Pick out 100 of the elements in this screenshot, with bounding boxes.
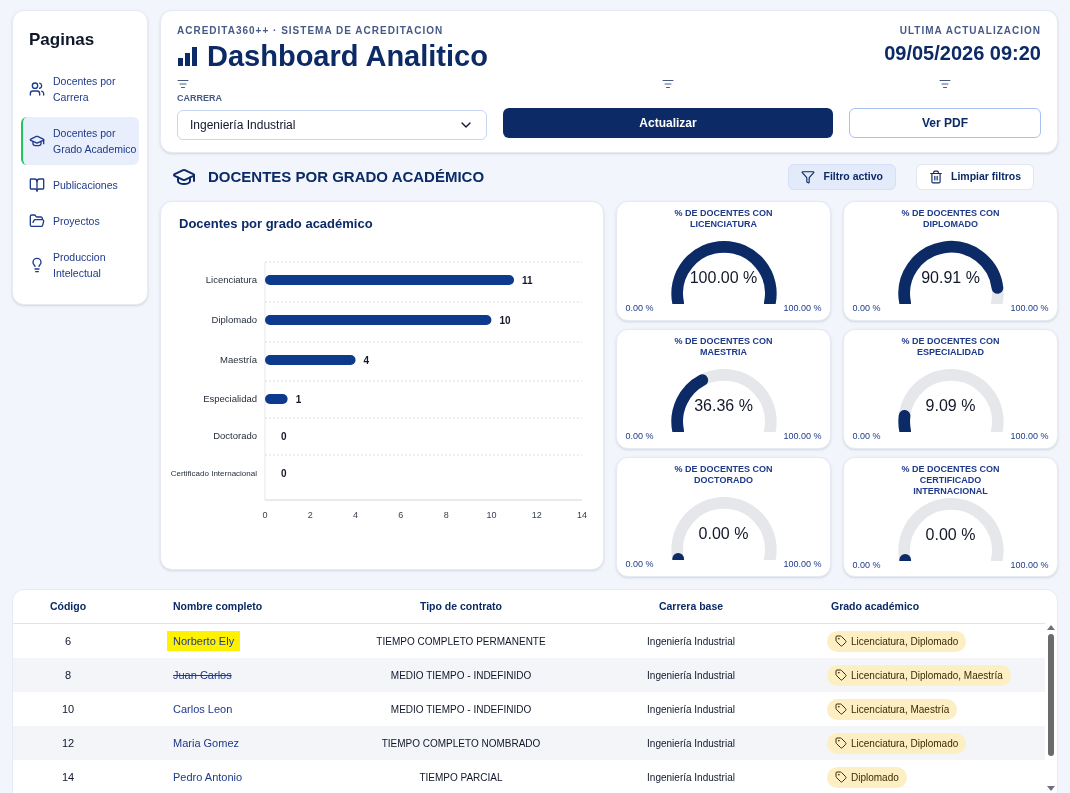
gauge-title: % DE DOCENTES CON DIPLOMADO <box>900 208 1001 230</box>
funnel-icon <box>801 170 816 184</box>
sidebar-item[interactable]: Proyectos <box>21 204 139 237</box>
sidebar-item[interactable]: Docentes por Grado Academico <box>21 116 139 165</box>
gauge-value: 100.00 % <box>688 267 759 288</box>
tag-icon <box>835 703 847 715</box>
table-cell-text: TIEMPO PARCIAL <box>419 770 503 785</box>
name-cell-text: Pedro Antonio <box>173 769 243 785</box>
category-label: Doctorado <box>213 430 257 441</box>
degree-tag: Licenciatura, Diplomado <box>827 732 967 754</box>
lightbulb-icon <box>29 256 45 273</box>
gauge-title: % DE DOCENTES CON CERTIFICADO INTERNACIONAL <box>900 464 1001 497</box>
trash-icon <box>929 170 943 184</box>
gauge-min-label: 0.00 % <box>852 559 881 572</box>
table-cell-text: MEDIO TIEMPO - INDEFINIDO <box>390 668 532 683</box>
table-cell-text: Ingeniería Industrial <box>647 668 735 683</box>
sidebar-title: Paginas <box>28 29 96 51</box>
gauge-max-label: 100.00 % <box>783 557 822 571</box>
table-cell-text: TIEMPO COMPLETO NOMBRADO <box>381 736 541 751</box>
clear-filters-button[interactable]: Limpiar filtros <box>916 164 1034 190</box>
gauge-value: 0.00 % <box>924 525 977 545</box>
gauge-max-label: 100.00 % <box>783 301 822 315</box>
column-header: Código <box>49 598 87 614</box>
bar-value-label: 0 <box>281 468 287 479</box>
gauge-value: 0.00 % <box>697 523 750 544</box>
column-header: Grado académico <box>831 598 920 614</box>
bar-value-label: 4 <box>363 355 370 366</box>
column-header: Nombre completo <box>173 598 263 614</box>
gauge-min-label: 0.00 % <box>625 429 654 443</box>
axis-tick-label: 4 <box>353 510 359 520</box>
table-cell-text: 6 <box>64 633 72 649</box>
bar <box>265 394 288 404</box>
bar-value-label: 1 <box>295 394 302 405</box>
gauge-max-label: 100.00 % <box>1010 559 1049 572</box>
filter-icon[interactable] <box>177 78 189 90</box>
axis-tick-label: 0 <box>262 510 268 520</box>
axis-tick-label: 6 <box>398 510 404 520</box>
gauge-max-label: 100.00 % <box>1010 301 1049 315</box>
scrollbar-thumb[interactable] <box>1048 634 1054 756</box>
gauge-max-label: 100.00 % <box>1010 429 1049 443</box>
tag-icon <box>835 635 847 647</box>
table-cell-text: 12 <box>61 735 75 751</box>
update-button[interactable]: Actualizar <box>503 108 833 138</box>
scroll-up-icon[interactable] <box>1047 624 1055 630</box>
axis-tick-label: 10 <box>486 510 497 520</box>
gauge-title: % DE DOCENTES CON ESPECIALIDAD <box>900 336 1001 358</box>
active-filter-button[interactable]: Filtro activo <box>788 164 896 190</box>
table-cell-text: Ingeniería Industrial <box>647 702 735 717</box>
app-subtitle: ACREDITA360++ · SISTEMA DE ACREDITACION <box>177 24 445 38</box>
sidebar-item[interactable]: Produccion Intelectual <box>21 240 139 289</box>
gauge-title: % DE DOCENTES CON LICENCIATURA <box>673 208 774 230</box>
gauge-max-label: 100.00 % <box>783 429 822 443</box>
filter-icon[interactable] <box>939 78 951 90</box>
name-cell: Norberto Ely <box>167 630 241 652</box>
degree-tag: Diplomado <box>827 766 907 788</box>
name-cell-text: Juan Carlos <box>173 667 232 683</box>
degree-tag: Licenciatura, Diplomado, Maestría <box>827 664 1011 686</box>
pdf-button[interactable]: Ver PDF <box>849 108 1041 138</box>
degree-tag: Licenciatura, Diplomado <box>827 630 967 652</box>
gauge-value: 9.09 % <box>924 395 977 416</box>
category-label: Licenciatura <box>205 274 257 285</box>
sidebar-item[interactable]: Publicaciones <box>21 168 139 201</box>
bar-chart-icon <box>177 45 199 67</box>
table-cell-text: Ingeniería Industrial <box>647 736 735 751</box>
chart-title: Docentes por grado académico <box>178 215 374 233</box>
gauge-min-label: 0.00 % <box>625 301 654 315</box>
sidebar-item[interactable]: Docentes por Carrera <box>21 64 139 113</box>
update-label: ULTIMA ACTUALIZACION <box>899 24 1041 38</box>
bar-value-label: 0 <box>281 431 287 442</box>
table-cell-text: 8 <box>64 667 72 683</box>
filter-label: CARRERA <box>177 92 223 105</box>
table-cell-text: Ingeniería Industrial <box>647 634 735 649</box>
filter-icon[interactable] <box>662 78 674 90</box>
tag-icon <box>835 771 847 783</box>
name-cell-text: Maria Gomez <box>173 735 240 751</box>
table-cell-text: TIEMPO COMPLETO PERMANENTE <box>376 634 546 649</box>
table-cell-text: MEDIO TIEMPO - INDEFINIDO <box>390 702 532 717</box>
column-header: Carrera base <box>658 598 724 614</box>
gauge-min-label: 0.00 % <box>625 557 654 571</box>
category-label: Maestría <box>220 354 257 365</box>
scroll-down-icon[interactable] <box>1047 786 1055 792</box>
tag-icon <box>835 669 847 681</box>
folder-icon <box>29 212 45 229</box>
people-icon <box>29 80 45 97</box>
page-title: Dashboard Analitico <box>207 39 488 74</box>
gauge-title: % DE DOCENTES CON DOCTORADO <box>673 464 774 486</box>
bar-value-label: 10 <box>499 315 511 326</box>
column-header: Tipo de contrato <box>419 598 503 614</box>
axis-tick-label: 12 <box>531 510 542 520</box>
name-cell-text: Carlos Leon <box>173 701 233 717</box>
axis-tick-label: 8 <box>443 510 449 520</box>
category-label: Diplomado <box>211 314 257 325</box>
career-select[interactable]: Ingeniería Industrial <box>177 109 487 140</box>
table-cell-text: 14 <box>61 769 75 785</box>
gauge-title: % DE DOCENTES CON MAESTRIA <box>673 336 774 358</box>
category-label: Certificado Internacional <box>170 469 257 478</box>
axis-tick-label: 14 <box>577 510 587 520</box>
section-title: DOCENTES POR GRADO ACADÉMICO <box>208 166 485 187</box>
degree-tag: Licenciatura, Maestría <box>827 698 958 720</box>
axis-tick-label: 2 <box>307 510 313 520</box>
